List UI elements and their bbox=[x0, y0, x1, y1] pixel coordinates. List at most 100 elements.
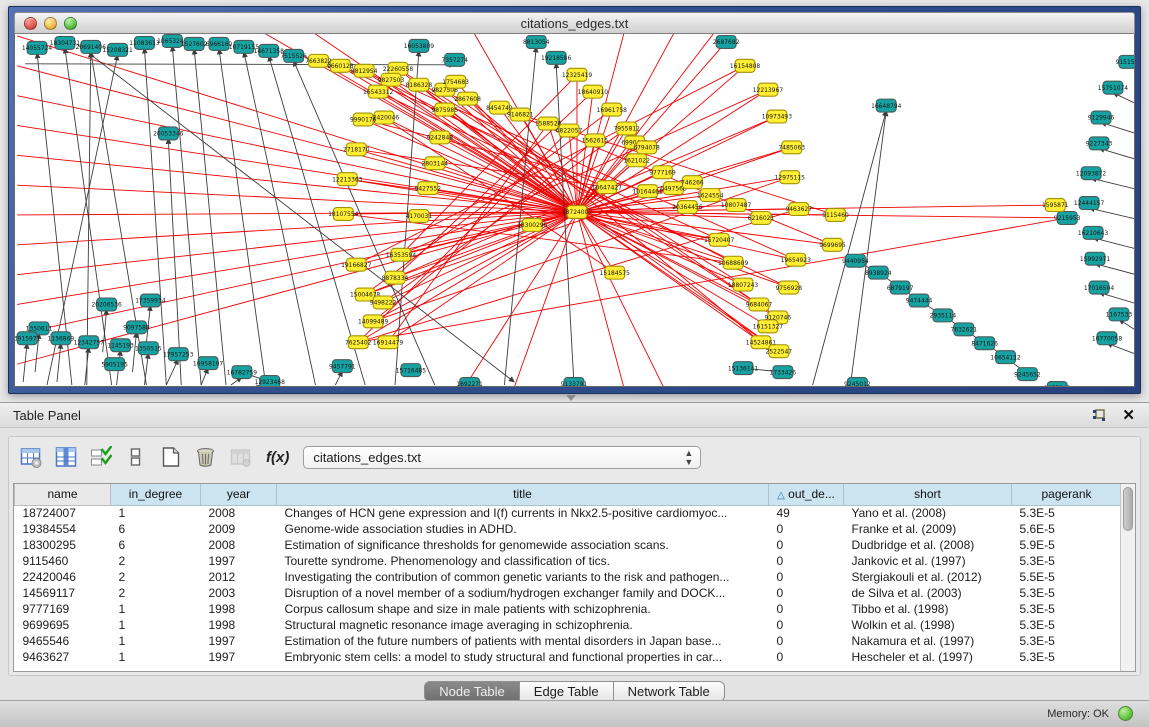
graph-node[interactable]: 7515526 bbox=[280, 49, 307, 62]
table-cell[interactable]: 0 bbox=[769, 649, 844, 665]
column-visibility-icon[interactable] bbox=[52, 444, 78, 470]
graph-node[interactable]: 18640910 bbox=[578, 85, 609, 98]
graph-node[interactable]: 16053809 bbox=[404, 39, 435, 52]
graph-node[interactable]: 12444157 bbox=[1074, 197, 1105, 210]
column-header-pagerank[interactable]: pagerank bbox=[1012, 484, 1122, 505]
graph-node[interactable]: 14055724 bbox=[22, 41, 53, 54]
table-cell[interactable]: Tourette syndrome. Phenomenology and cla… bbox=[277, 553, 769, 569]
row-height-icon[interactable] bbox=[122, 444, 148, 470]
graph-node[interactable]: 2522547 bbox=[766, 345, 793, 358]
graph-node[interactable]: 15992971 bbox=[1080, 252, 1111, 265]
graph-node[interactable]: 1156869 bbox=[48, 332, 75, 345]
graph-node[interactable]: 18107554 bbox=[328, 208, 359, 221]
graph-node[interactable]: 2687682 bbox=[713, 35, 740, 48]
graph-node[interactable]: 1562615 bbox=[582, 134, 609, 147]
table-row[interactable]: 946554611997Estimation of the future num… bbox=[15, 633, 1122, 649]
graph-node[interactable]: 10688609 bbox=[718, 256, 749, 269]
table-cell[interactable]: Nakamura et al. (1997) bbox=[844, 633, 1012, 649]
table-cell[interactable]: Corpus callosum shape and size in male p… bbox=[277, 601, 769, 617]
graph-node[interactable]: 12975115 bbox=[775, 171, 806, 184]
tab-node-table[interactable]: Node Table bbox=[424, 681, 520, 702]
memory-status-indicator[interactable] bbox=[1118, 706, 1133, 721]
table-row[interactable]: 2242004622012Investigating the contribut… bbox=[15, 569, 1122, 585]
table-cell[interactable]: 2 bbox=[111, 585, 201, 601]
graph-node[interactable]: 9097588 bbox=[123, 321, 150, 334]
graph-node[interactable]: 746266 bbox=[681, 176, 704, 189]
graph-node[interactable]: 1733426 bbox=[770, 366, 797, 379]
graph-node[interactable]: 8813054 bbox=[523, 35, 550, 48]
table-cell[interactable]: 0 bbox=[769, 601, 844, 617]
graph-node[interactable]: 11083613 bbox=[129, 36, 160, 49]
tab-network-table[interactable]: Network Table bbox=[614, 681, 725, 702]
graph-node[interactable]: 9684067 bbox=[746, 298, 773, 311]
table-cell[interactable]: 5.3E-5 bbox=[1012, 601, 1122, 617]
graph-node[interactable]: 1075040 bbox=[1044, 382, 1071, 387]
table-cell[interactable]: Stergiakouli et al. (2012) bbox=[844, 569, 1012, 585]
graph-node[interactable]: 5905195 bbox=[101, 358, 128, 371]
graph-node[interactable]: 9133791 bbox=[561, 378, 588, 387]
graph-node[interactable]: 4170031 bbox=[406, 210, 433, 223]
table-cell[interactable]: Estimation of the future numbers of pati… bbox=[277, 633, 769, 649]
table-cell[interactable]: 5.3E-5 bbox=[1012, 585, 1122, 601]
graph-node[interactable]: 9440954 bbox=[842, 254, 869, 267]
table-cell[interactable]: 18724007 bbox=[15, 505, 111, 521]
graph-node[interactable]: 12325419 bbox=[562, 68, 593, 81]
table-cell[interactable]: 2003 bbox=[201, 585, 277, 601]
graph-node[interactable]: 10770058 bbox=[1092, 332, 1123, 345]
table-cell[interactable]: 9115460 bbox=[15, 553, 111, 569]
graph-node[interactable]: 9457791 bbox=[329, 360, 356, 373]
graph-node[interactable]: 19218586 bbox=[541, 51, 572, 64]
graph-node[interactable]: 10654112 bbox=[990, 351, 1021, 364]
column-header-name[interactable]: name bbox=[15, 484, 111, 505]
graph-node[interactable]: 9146821 bbox=[507, 108, 534, 121]
graph-node[interactable]: 15751074 bbox=[1098, 81, 1129, 94]
table-cell[interactable]: Disruption of a novel member of a sodium… bbox=[277, 585, 769, 601]
table-cell[interactable]: Wolkin et al. (1998) bbox=[844, 617, 1012, 633]
table-cell[interactable]: 2009 bbox=[201, 521, 277, 537]
table-cell[interactable]: 1 bbox=[111, 649, 201, 665]
graph-node[interactable]: 16961758 bbox=[597, 103, 628, 116]
table-cell[interactable]: 0 bbox=[769, 633, 844, 649]
graph-node[interactable]: 12342757 bbox=[74, 336, 105, 349]
graph-node[interactable]: 16154808 bbox=[730, 59, 761, 72]
table-cell[interactable]: 1997 bbox=[201, 649, 277, 665]
graph-node[interactable]: 9215953 bbox=[1054, 211, 1081, 224]
graph-node[interactable]: 9875985 bbox=[431, 103, 458, 116]
graph-node[interactable]: 20206536 bbox=[92, 298, 123, 311]
window-titlebar[interactable]: citations_edges.txt bbox=[14, 12, 1135, 34]
graph-node[interactable]: 8812954 bbox=[351, 64, 378, 77]
graph-node[interactable]: 2935114 bbox=[930, 309, 957, 322]
graph-node[interactable]: 1145193 bbox=[107, 339, 134, 352]
graph-node[interactable]: 6216021 bbox=[748, 211, 775, 224]
column-header-short[interactable]: short bbox=[844, 484, 1012, 505]
table-cell[interactable]: de Silva et al. (2003) bbox=[844, 585, 1012, 601]
table-cell[interactable]: 2008 bbox=[201, 505, 277, 521]
column-header-in_degree[interactable]: in_degree bbox=[111, 484, 201, 505]
graph-node[interactable]: 9151590 bbox=[1116, 55, 1135, 68]
graph-node[interactable]: 9427552 bbox=[415, 182, 442, 195]
column-header-title[interactable]: title bbox=[277, 484, 769, 505]
table-cell[interactable]: 0 bbox=[769, 537, 844, 553]
table-cell[interactable]: Changes of HCN gene expression and I(f) … bbox=[277, 505, 769, 521]
graph-node[interactable]: 9777169 bbox=[649, 166, 676, 179]
table-cell[interactable]: 0 bbox=[769, 569, 844, 585]
table-cell[interactable]: 0 bbox=[769, 617, 844, 633]
table-cell[interactable]: Franke et al. (2009) bbox=[844, 521, 1012, 537]
table-settings-icon[interactable] bbox=[17, 444, 43, 470]
table-cell[interactable]: 9699695 bbox=[15, 617, 111, 633]
table-row[interactable]: 946362711997Embryonic stem cells: a mode… bbox=[15, 649, 1122, 665]
table-cell[interactable]: 0 bbox=[769, 585, 844, 601]
table-cell[interactable]: 5.3E-5 bbox=[1012, 633, 1122, 649]
graph-node[interactable]: 7625402 bbox=[345, 336, 372, 349]
table-row[interactable]: 1872400712008Changes of HCN gene express… bbox=[15, 505, 1122, 521]
table-cell[interactable]: 6 bbox=[111, 537, 201, 553]
table-cell[interactable]: 1 bbox=[111, 617, 201, 633]
table-cell[interactable]: 2012 bbox=[201, 569, 277, 585]
table-cell[interactable]: 14569117 bbox=[15, 585, 111, 601]
graph-node[interactable]: 8471626 bbox=[971, 337, 998, 350]
graph-node[interactable]: 9660128 bbox=[327, 59, 354, 72]
graph-node[interactable]: 1754683 bbox=[442, 75, 469, 88]
table-cell[interactable]: Estimation of significance thresholds fo… bbox=[277, 537, 769, 553]
graph-node[interactable]: 9115460 bbox=[822, 209, 849, 222]
network-table-select[interactable]: citations_edges.txt ▲▼ bbox=[303, 446, 701, 469]
